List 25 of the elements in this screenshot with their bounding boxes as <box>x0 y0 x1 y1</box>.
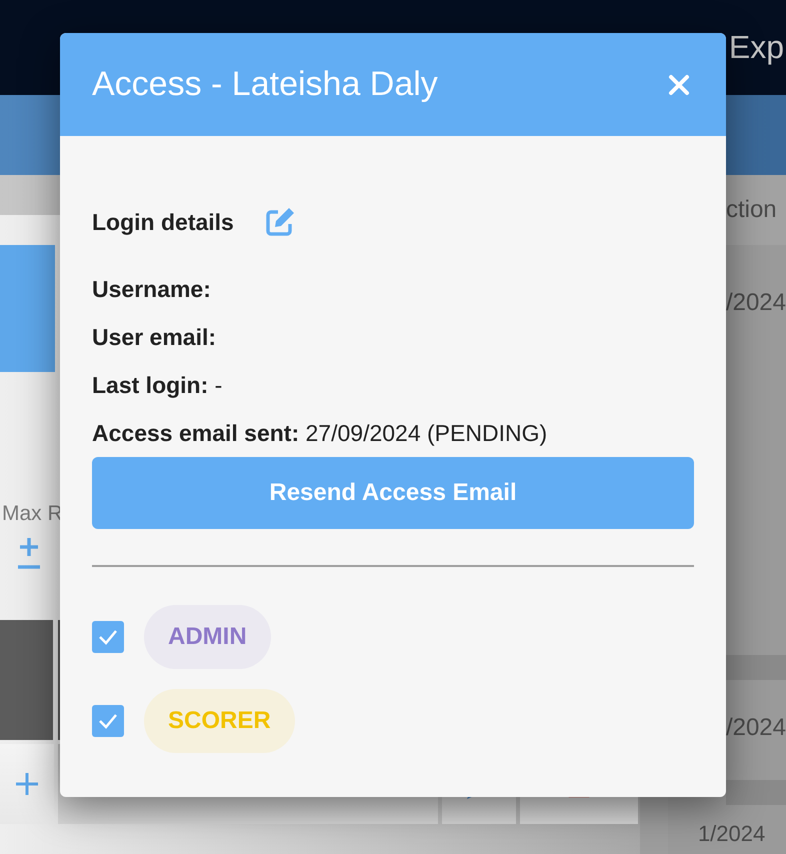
checkbox[interactable] <box>92 705 124 737</box>
date-text: /2024 <box>726 289 786 317</box>
checkbox[interactable] <box>92 621 124 653</box>
card-separator <box>726 780 786 805</box>
toolbar-label: Exp <box>728 29 784 66</box>
plus-minus-icon[interactable] <box>16 536 42 570</box>
check-icon <box>98 629 118 645</box>
field-label: Access email sent: <box>92 420 300 446</box>
field-label: User email: <box>92 324 216 350</box>
role-tag: ADMIN <box>144 605 271 669</box>
date-text: /2024 <box>726 714 786 742</box>
field-label: Last login: <box>92 372 208 398</box>
column-header: ction <box>726 196 777 224</box>
plus-icon[interactable] <box>15 772 39 796</box>
card-separator <box>726 655 786 680</box>
field-value: - <box>214 372 222 398</box>
section-title: Login details <box>92 208 234 236</box>
dialog-title: Access - Lateisha Daly <box>92 65 438 104</box>
field-label: Username: <box>92 276 211 302</box>
check-icon <box>98 713 118 729</box>
date-text: 1/2024 <box>698 821 766 847</box>
field-value: 27/09/2024 (PENDING) <box>306 420 548 446</box>
edit-icon[interactable] <box>264 206 296 238</box>
resend-email-button[interactable]: Resend Access Email <box>92 457 694 529</box>
role-tag: SCORER <box>144 689 295 753</box>
